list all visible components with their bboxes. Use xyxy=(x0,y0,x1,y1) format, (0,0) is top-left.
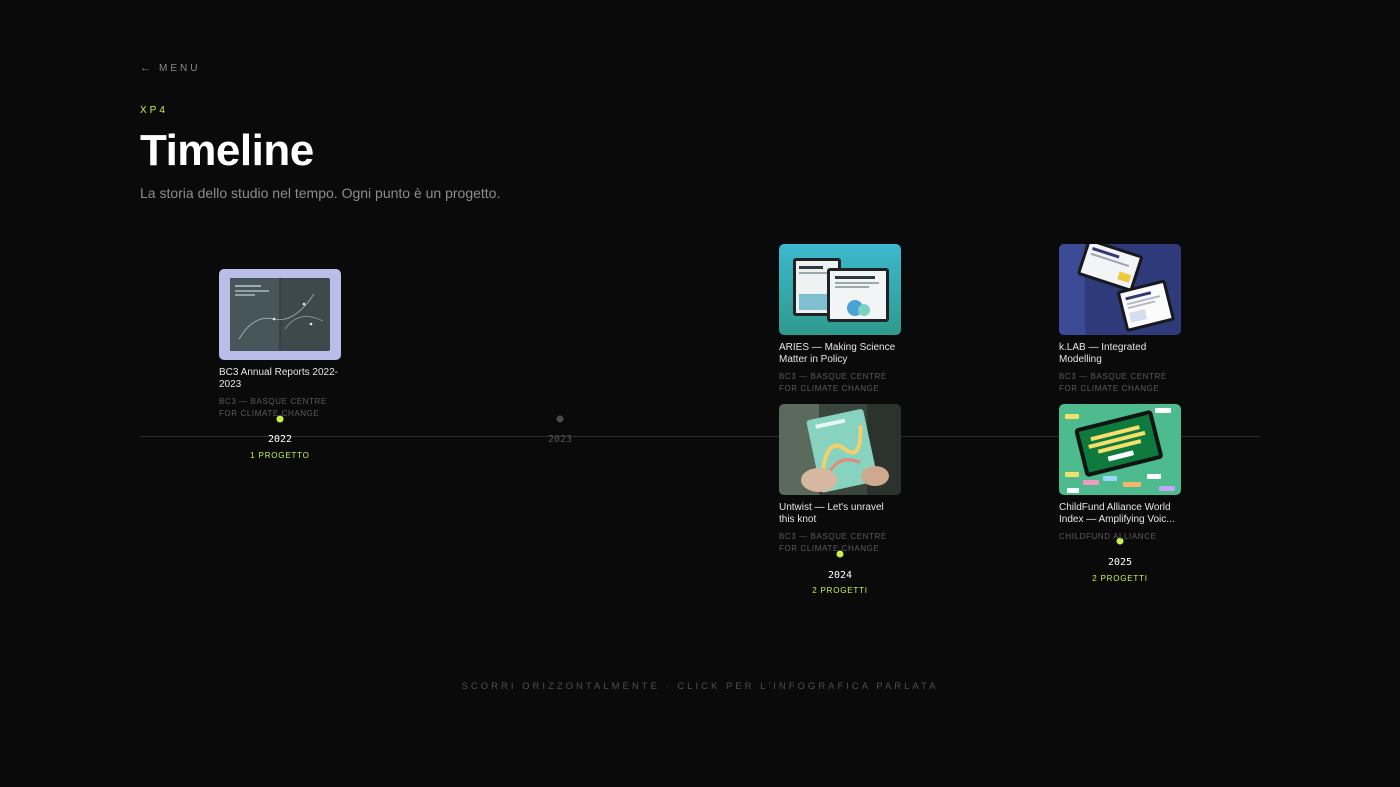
report-booklet-image xyxy=(219,269,341,360)
project-title: ARIES — Making Science Matter in Policy xyxy=(779,342,896,365)
page-subtitle: La storia dello studio nel tempo. Ogni p… xyxy=(140,185,501,201)
project-thumbnail xyxy=(779,404,901,495)
project-thumbnail xyxy=(779,244,901,335)
tablet-mockup-image xyxy=(1059,404,1181,495)
project-client: CHILDFUND ALLIANCE xyxy=(1059,532,1157,541)
menu-label: MENU xyxy=(159,62,201,74)
project-client: BC3 — BASQUE CENTRE FOR CLIMATE CHANGE xyxy=(219,397,327,418)
project-card-untwist[interactable]: Untwist — Let's unravel this knot BC3 — … xyxy=(779,404,901,555)
project-thumbnail xyxy=(219,269,341,360)
project-thumbnail xyxy=(1059,244,1181,335)
year-count-2025: 2 PROGETTI xyxy=(1092,574,1148,583)
project-title: ChildFund Alliance World Index — Amplify… xyxy=(1059,502,1175,525)
footer-hint: SCORRI ORIZZONTALMENTE · CLICK PER L'INF… xyxy=(461,681,939,692)
tablet-mockup-image xyxy=(779,244,901,335)
project-client: BC3 — BASQUE CENTRE FOR CLIMATE CHANGE xyxy=(779,372,887,393)
project-client: BC3 — BASQUE CENTRE FOR CLIMATE CHANGE xyxy=(779,532,887,553)
back-to-menu-link[interactable]: ← MENU xyxy=(140,62,200,74)
year-count-2022: 1 PROGETTO xyxy=(250,451,310,460)
year-label-2024: 2024 xyxy=(827,570,853,581)
year-label-2025: 2025 xyxy=(1107,557,1133,568)
page-title: Timeline xyxy=(140,126,314,175)
tablet-mockup-image xyxy=(1059,244,1181,335)
project-title: k.LAB — Integrated Modelling xyxy=(1059,342,1147,365)
project-client: BC3 — BASQUE CENTRE FOR CLIMATE CHANGE xyxy=(1059,372,1167,393)
timeline-page: ← MENU XP4 Timeline La storia dello stud… xyxy=(0,0,1400,787)
project-card-childfund[interactable]: ChildFund Alliance World Index — Amplify… xyxy=(1059,404,1181,543)
project-card-aries[interactable]: ARIES — Making Science Matter in Policy … xyxy=(779,244,901,395)
year-label-2022: 2022 xyxy=(267,434,293,445)
year-count-2024: 2 PROGETTI xyxy=(812,586,868,595)
year-label-2023: 2023 xyxy=(547,434,573,445)
section-eyebrow: XP4 xyxy=(140,105,168,116)
project-card-bc3-annual-reports[interactable]: BC3 Annual Reports 2022-2023 BC3 — BASQU… xyxy=(219,269,341,420)
project-thumbnail xyxy=(1059,404,1181,495)
project-card-klab[interactable]: k.LAB — Integrated Modelling BC3 — BASQU… xyxy=(1059,244,1181,395)
project-title: BC3 Annual Reports 2022-2023 xyxy=(219,367,338,390)
arrow-left-icon: ← xyxy=(140,62,151,74)
project-title: Untwist — Let's unravel this knot xyxy=(779,502,884,525)
year-dot-2023[interactable] xyxy=(556,415,564,423)
book-in-hand-image xyxy=(779,404,901,495)
